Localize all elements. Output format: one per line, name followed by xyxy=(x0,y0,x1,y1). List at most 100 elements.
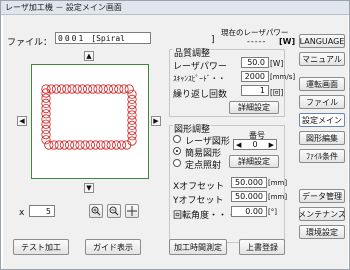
radio-point-irradiation-label: 定点照射 xyxy=(185,161,222,171)
test-process-button[interactable]: テスト加工 xyxy=(13,239,69,255)
spiral-loop xyxy=(41,93,51,103)
test-process-label: テスト加工 xyxy=(21,242,61,252)
rotation-label: 回転角度・・・ xyxy=(173,211,237,221)
spiral-loop xyxy=(62,84,72,94)
operation-screen-button[interactable]: 運転画面 xyxy=(299,77,345,91)
manual-button[interactable]: マニュアル xyxy=(299,52,345,66)
power-now-unit: [W] xyxy=(279,37,296,46)
measure-time-label: 加工時間測定 xyxy=(174,242,222,252)
spiral-loop xyxy=(119,84,129,94)
zoom-out-button[interactable] xyxy=(107,204,121,218)
spiral-loop xyxy=(127,105,137,115)
spiral-loop xyxy=(51,84,62,94)
y-offset-label: Yオフセット xyxy=(173,196,224,206)
zoom-in-icon xyxy=(91,206,101,216)
laser-power-input[interactable]: 50.0 xyxy=(241,57,269,68)
radio-laser-shape[interactable] xyxy=(173,135,181,143)
maintenance-label: メンテナンス xyxy=(298,209,346,219)
move-down-button[interactable]: ▼ xyxy=(84,183,94,193)
file-label: ファイル： xyxy=(7,38,53,48)
spiral-loop xyxy=(80,140,90,150)
file-button[interactable]: ファイル xyxy=(299,95,345,109)
spiral-loop xyxy=(117,140,127,150)
spiral-loop xyxy=(75,140,85,150)
spiral-loop xyxy=(77,84,88,94)
laser-power-unit: [W] xyxy=(270,59,284,68)
shape-number-spinner[interactable]: ◀ 0 ▶ xyxy=(233,139,277,150)
spiral-loop xyxy=(41,119,51,129)
spiral-pattern xyxy=(41,84,137,150)
maintenance-button[interactable]: メンテナンス xyxy=(298,207,346,221)
rotation-unit: [°] xyxy=(268,208,277,216)
move-left-button[interactable]: ◀ xyxy=(17,116,27,126)
shape-edit-button[interactable]: 図形編集 xyxy=(299,131,345,145)
manual-label: マニュアル xyxy=(302,54,342,64)
environment-settings-label: 環境設定 xyxy=(306,227,338,237)
laser-power-value: 50.0 xyxy=(247,58,265,67)
file-name: [Spiral xyxy=(91,33,125,43)
spiral-loop xyxy=(127,120,137,131)
spiral-loop xyxy=(111,140,122,150)
scan-speed-input[interactable]: 2000 xyxy=(241,71,269,82)
move-up-button[interactable]: ▲ xyxy=(84,51,94,61)
spiral-loop xyxy=(106,140,116,150)
quality-title: 品質調整 xyxy=(173,46,212,59)
spiral-loop xyxy=(93,84,103,94)
shape-detail-button[interactable]: 詳細設定 xyxy=(229,155,279,168)
data-management-label: データ管理 xyxy=(302,191,342,201)
rotation-input[interactable]: 0.00 xyxy=(231,206,267,217)
scan-speed-label: ｽｷｬﾝｽﾋﾟｰﾄﾞ・・ xyxy=(173,74,226,83)
x-offset-value: 50.000 xyxy=(235,178,263,187)
title-bar: レーザ加工機 － 設定メイン画面 xyxy=(1,1,349,15)
spiral-loop xyxy=(124,84,134,94)
spiral-loop xyxy=(67,84,77,94)
spinner-right-icon[interactable]: ▶ xyxy=(269,141,274,149)
center-crosshair-button[interactable] xyxy=(125,204,139,218)
zoom-in-button[interactable] xyxy=(89,204,103,218)
environment-settings-button[interactable]: 環境設定 xyxy=(299,225,345,239)
quality-detail-button[interactable]: 詳細設定 xyxy=(229,101,279,114)
settings-main-button[interactable]: 設定メイン xyxy=(299,113,345,127)
spiral-loop xyxy=(41,130,51,140)
file-condition-button[interactable]: ﾌｧｲﾙ条件 xyxy=(299,149,345,163)
radio-simple-shape[interactable] xyxy=(173,147,181,155)
spiral-loop xyxy=(114,84,124,94)
spiral-loop xyxy=(41,124,51,135)
radio-point-irradiation[interactable] xyxy=(173,159,181,167)
spiral-loop xyxy=(90,140,101,150)
y-offset-value: 50.000 xyxy=(235,192,263,201)
x-offset-unit: [mm] xyxy=(268,179,288,187)
spiral-loop xyxy=(59,140,70,150)
y-offset-input[interactable]: 50.000 xyxy=(231,191,267,202)
file-number: 0001 xyxy=(58,33,86,43)
scale-input[interactable]: 5 xyxy=(29,205,55,217)
scale-value: 5 xyxy=(45,206,51,216)
guide-display-button[interactable]: ガイド表示 xyxy=(85,239,141,255)
spiral-loop xyxy=(127,125,137,136)
right-arrow-icon: ▶ xyxy=(153,117,159,125)
move-right-button[interactable]: ▶ xyxy=(151,116,161,126)
spiral-loop xyxy=(85,140,96,150)
x-offset-input[interactable]: 50.000 xyxy=(231,177,267,188)
settings-main-label: 設定メイン xyxy=(302,115,342,125)
language-label: LANGUAGE xyxy=(299,36,345,46)
measure-time-button[interactable]: 加工時間測定 xyxy=(169,239,227,255)
language-button[interactable]: LANGUAGE xyxy=(299,34,345,48)
window-title: レーザ加工機 － 設定メイン画面 xyxy=(5,3,122,12)
overwrite-save-button[interactable]: 上書登録 xyxy=(239,239,285,255)
power-now-value: ----- xyxy=(247,37,267,46)
spiral-loop xyxy=(41,135,51,145)
data-management-button[interactable]: データ管理 xyxy=(299,189,345,203)
shape-detail-label: 詳細設定 xyxy=(238,157,270,166)
spiral-loop xyxy=(127,89,137,99)
spiral-loop xyxy=(44,140,54,150)
preview-canvas[interactable] xyxy=(31,64,149,179)
spiral-loop xyxy=(101,140,111,150)
repeat-input[interactable]: 1 xyxy=(241,85,269,96)
scan-speed-unit: [mm/s] xyxy=(270,73,296,81)
settings-window: レーザ加工機 － 設定メイン画面 ファイル： 0001 [Spiral ] 現在… xyxy=(0,0,350,270)
spiral-loop xyxy=(127,94,137,105)
spinner-left-icon[interactable]: ◀ xyxy=(236,141,241,149)
spiral-loop xyxy=(41,103,51,114)
quality-detail-label: 詳細設定 xyxy=(238,103,270,112)
